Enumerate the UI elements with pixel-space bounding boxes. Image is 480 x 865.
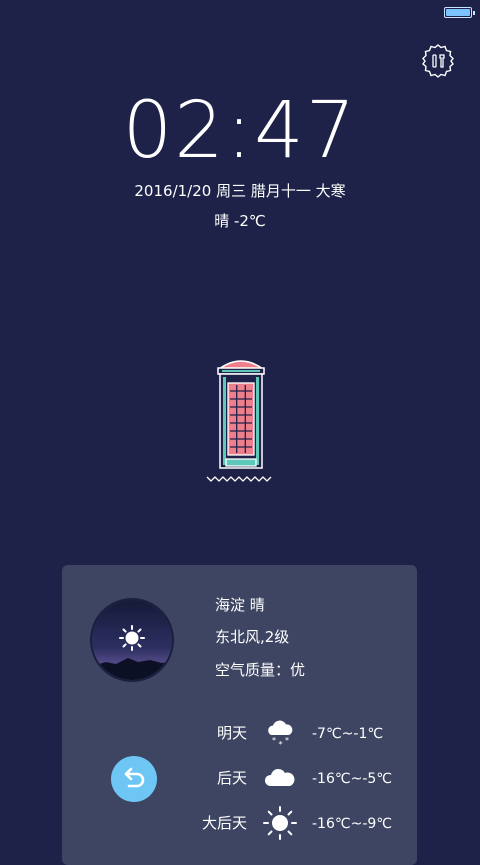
phone-booth-illustration: [206, 360, 272, 482]
weather-card[interactable]: 海淀 晴 东北风,2级 空气质量：优 明天 * * * -7℃~-1℃ 后天 -16…: [62, 565, 417, 865]
svg-text:*: *: [285, 736, 289, 745]
battery-fill: [446, 9, 470, 16]
sun-icon: [263, 806, 297, 840]
forecast-day-2: 后天: [216, 769, 247, 787]
air-quality: 空气质量：优: [215, 661, 306, 679]
sun-night-scene-icon: [92, 600, 172, 680]
forecast-temp-3: -16℃~-9℃: [312, 816, 393, 832]
refresh-icon: [124, 767, 145, 788]
forecast-day-3: 大后天: [201, 814, 247, 832]
svg-text:*: *: [272, 736, 276, 745]
tools-icon: [422, 44, 454, 78]
location-weather: 海淀 晴: [215, 596, 265, 614]
cloud-icon: [264, 768, 295, 786]
snow-cloud-icon: * * *: [268, 720, 293, 749]
weather-avatar: [90, 598, 174, 682]
svg-text:*: *: [279, 740, 283, 749]
tools-button[interactable]: [420, 43, 456, 79]
refresh-button[interactable]: [111, 756, 157, 802]
battery-nub: [473, 11, 475, 15]
forecast-temp-1: -7℃~-1℃: [312, 726, 384, 742]
clock-time: 02:47: [122, 86, 358, 176]
current-weather-line: 晴 -2℃: [214, 212, 266, 230]
battery-indicator: [444, 7, 475, 18]
wind-info: 东北风,2级: [215, 628, 290, 646]
forecast-temp-2: -16℃~-5℃: [312, 771, 393, 787]
date-line: 2016/1/20 周三 腊月十一 大寒: [134, 182, 346, 200]
forecast-day-1: 明天: [216, 724, 247, 742]
